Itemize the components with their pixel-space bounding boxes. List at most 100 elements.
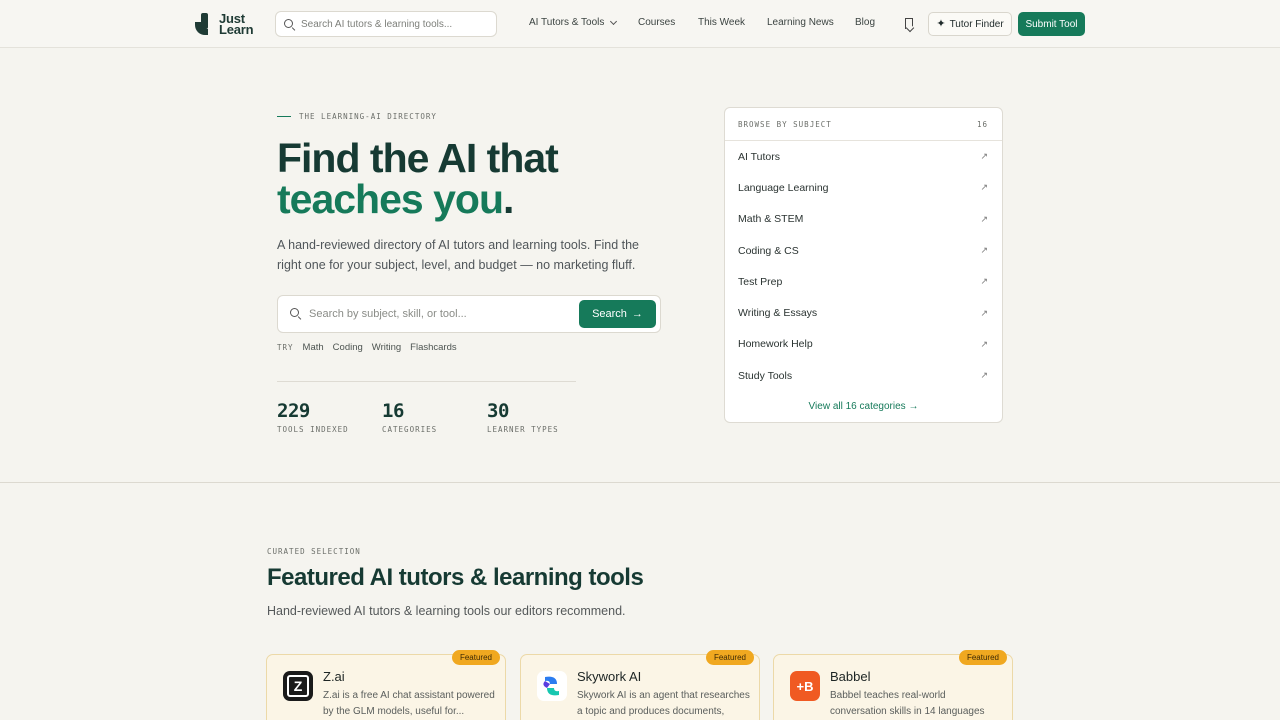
zai-logo-icon: Z xyxy=(283,671,313,701)
hero-eyebrow: THE LEARNING-AI DIRECTORY xyxy=(277,112,437,121)
stat-label: TOOLS INDEXED xyxy=(277,425,349,434)
nav-courses[interactable]: Courses xyxy=(638,17,675,28)
arrow-right-icon: → xyxy=(908,401,919,412)
featured-eyebrow: CURATED SELECTION xyxy=(267,547,361,556)
try-chip-writing[interactable]: Writing xyxy=(372,342,401,353)
view-all-categories-link[interactable]: View all 16 categories → xyxy=(725,401,1002,412)
subject-item-language-learning[interactable]: Language Learning ↗ xyxy=(725,172,1002,203)
nav-ai-tutors-tools-label: AI Tutors & Tools xyxy=(529,17,605,28)
header-search-input[interactable] xyxy=(301,18,481,30)
chevron-down-icon xyxy=(610,17,618,25)
submit-tool-button[interactable]: Submit Tool xyxy=(1018,12,1085,36)
tool-card-description: Babbel teaches real-world conversation s… xyxy=(830,690,985,717)
arrow-up-right-icon: ↗ xyxy=(980,151,988,162)
arrow-up-right-icon: ↗ xyxy=(980,307,988,318)
view-all-label: View all 16 categories xyxy=(808,401,906,412)
subject-item-label: Homework Help xyxy=(738,338,813,351)
tool-card-skywork-ai[interactable]: Featured Skywork AI Skywork AI is an age… xyxy=(520,650,760,720)
search-icon xyxy=(290,308,302,320)
logo-text: Just Learn xyxy=(219,11,254,37)
try-chip-flashcards[interactable]: Flashcards xyxy=(410,342,456,353)
nav-learning-news[interactable]: Learning News xyxy=(767,17,834,28)
subject-item-study-tools[interactable]: Study Tools ↗ xyxy=(725,360,1002,391)
hero-title-dot: . xyxy=(503,176,514,222)
search-icon xyxy=(284,18,295,30)
tool-card-description: Skywork AI is an agent that researches a… xyxy=(577,690,750,717)
featured-title: Featured AI tutors & learning tools xyxy=(267,564,644,591)
subject-item-coding-cs[interactable]: Coding & CS ↗ xyxy=(725,235,1002,266)
tool-card-name: Babbel xyxy=(830,669,871,684)
tool-card-name: Skywork AI xyxy=(577,669,642,684)
subject-item-label: Study Tools xyxy=(738,369,793,382)
try-label: TRY xyxy=(277,343,294,352)
try-suggestions: TRY Math Coding Writing Flashcards xyxy=(277,342,457,353)
arrow-up-right-icon: ↗ xyxy=(980,370,988,381)
hero-search-button-label: Search xyxy=(592,308,627,320)
stat-categories: 16 CATEGORIES xyxy=(382,400,437,434)
tool-card-zai[interactable]: Featured Z Z.ai Z.ai is a free AI chat a… xyxy=(266,650,506,720)
featured-subtitle: Hand-reviewed AI tutors & learning tools… xyxy=(267,604,626,618)
hero-title-accent: teaches you xyxy=(277,176,504,222)
tool-card-name: Z.ai xyxy=(323,669,345,684)
tool-card-description: Z.ai is a free AI chat assistant powered… xyxy=(323,690,495,717)
stats-divider xyxy=(277,381,576,382)
browse-header: BROWSE BY SUBJECT 16 xyxy=(725,108,1002,141)
browse-list: AI Tutors ↗ Language Learning ↗ Math & STE… xyxy=(725,141,1002,391)
babbel-logo-icon: +B xyxy=(790,671,820,701)
subject-item-homework-help[interactable]: Homework Help ↗ xyxy=(725,329,1002,360)
nav-this-week[interactable]: This Week xyxy=(698,17,745,28)
subject-item-label: Coding & CS xyxy=(738,244,799,257)
subject-item-writing-essays[interactable]: Writing & Essays ↗ xyxy=(725,297,1002,328)
featured-badge: Featured xyxy=(705,650,754,665)
stat-tools-indexed: 229 TOOLS INDEXED xyxy=(277,400,349,434)
nav-blog[interactable]: Blog xyxy=(855,17,875,28)
featured-badge: Featured xyxy=(958,650,1007,665)
hero-title-line1: Find the AI that xyxy=(277,135,559,181)
subject-item-math-stem[interactable]: Math & STEM ↗ xyxy=(725,204,1002,235)
logo-mark-icon xyxy=(194,11,214,37)
subject-item-label: Language Learning xyxy=(738,181,829,194)
featured-badge: Featured xyxy=(451,650,500,665)
try-chip-math[interactable]: Math xyxy=(303,342,324,353)
tutor-finder-label: Tutor Finder xyxy=(949,18,1004,30)
stat-learner-types: 30 LEARNER TYPES xyxy=(487,400,559,434)
subject-item-label: Math & STEM xyxy=(738,213,804,226)
arrow-up-right-icon: ↗ xyxy=(980,245,988,256)
arrow-up-right-icon: ↗ xyxy=(980,276,988,287)
eyebrow-line xyxy=(277,116,291,117)
header-search[interactable] xyxy=(275,11,497,37)
hero-search-input[interactable] xyxy=(309,308,569,320)
try-chip-coding[interactable]: Coding xyxy=(333,342,363,353)
site-logo[interactable]: Just Learn xyxy=(194,11,254,37)
subject-item-test-prep[interactable]: Test Prep ↗ xyxy=(725,266,1002,297)
browse-heading: BROWSE BY SUBJECT xyxy=(738,119,832,129)
nav-ai-tutors-tools[interactable]: AI Tutors & Tools xyxy=(529,17,618,28)
stat-label: LEARNER TYPES xyxy=(487,425,559,434)
tutor-finder-button[interactable]: ✦ Tutor Finder xyxy=(928,12,1012,36)
arrow-up-right-icon: ↗ xyxy=(980,338,988,349)
hero-eyebrow-label: THE LEARNING-AI DIRECTORY xyxy=(299,112,437,121)
stat-value: 16 xyxy=(382,400,404,422)
browse-by-subject-panel: BROWSE BY SUBJECT 16 AI Tutors ↗ Language… xyxy=(724,107,1003,423)
section-divider xyxy=(0,482,1280,483)
arrow-up-right-icon: ↗ xyxy=(980,213,988,224)
stat-value: 30 xyxy=(487,400,509,422)
stat-value: 229 xyxy=(277,400,310,422)
tool-card-babbel[interactable]: Featured +B Babbel Babbel teaches real-w… xyxy=(773,650,1013,720)
arrow-up-right-icon: ↗ xyxy=(980,182,988,193)
sparkle-icon: ✦ xyxy=(936,17,946,30)
hero-search-button[interactable]: Search → xyxy=(579,300,656,328)
subject-item-label: AI Tutors xyxy=(738,150,781,163)
subject-item-label: Writing & Essays xyxy=(738,307,818,320)
skywork-logo-icon xyxy=(537,671,567,701)
site-header: Just Learn AI Tutors & Tools Courses Thi… xyxy=(0,0,1280,48)
hero-title: Find the AI that teaches you. xyxy=(277,135,559,222)
hero-subtitle: A hand-reviewed directory of AI tutors a… xyxy=(277,238,640,272)
stat-label: CATEGORIES xyxy=(382,425,438,434)
hero-search-bar[interactable]: Search → xyxy=(277,295,661,333)
bookmark-icon[interactable] xyxy=(905,18,913,29)
arrow-right-icon: → xyxy=(631,308,643,320)
subject-item-label: Test Prep xyxy=(738,275,783,288)
browse-count: 16 xyxy=(976,119,988,129)
subject-item-ai-tutors[interactable]: AI Tutors ↗ xyxy=(725,141,1002,172)
